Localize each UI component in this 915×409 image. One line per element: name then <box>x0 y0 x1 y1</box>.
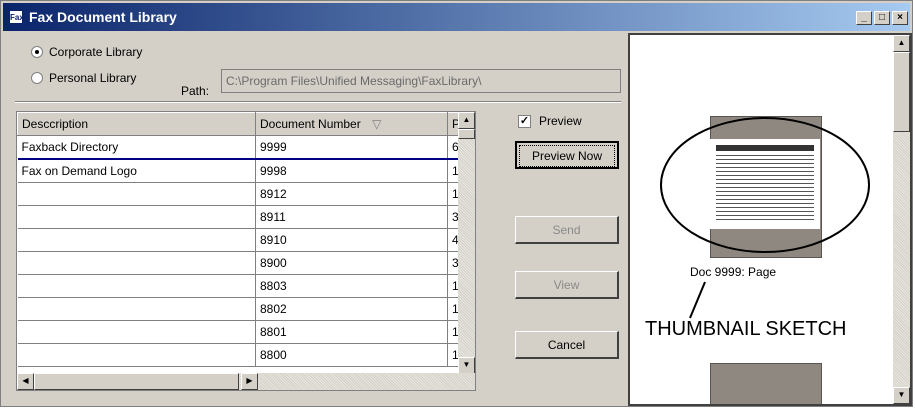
scroll-down-icon[interactable]: ▼ <box>458 357 475 374</box>
scroll-right-icon[interactable]: ▶ <box>241 373 258 390</box>
fax-document-library-window: Fax Fax Document Library _ □ × Corporate… <box>0 0 913 407</box>
table-row[interactable]: 8800 1 <box>17 343 475 367</box>
preview-vertical-scrollbar[interactable]: ▲ ▼ <box>893 35 910 404</box>
cell-document-number: 8911 <box>255 205 448 229</box>
cell-document-number: 8803 <box>255 274 448 298</box>
cell-description <box>17 182 256 206</box>
hscroll-thumb[interactable] <box>34 373 239 390</box>
table-vertical-scrollbar[interactable]: ▲ ▼ <box>458 112 475 374</box>
path-label: Path: <box>181 84 210 98</box>
checkmark-icon[interactable]: ✓ <box>518 114 531 128</box>
scroll-thumb[interactable] <box>893 52 910 132</box>
scroll-up-icon[interactable]: ▲ <box>458 112 475 129</box>
cell-document-number: 8801 <box>255 320 448 344</box>
cell-document-number: 8900 <box>255 251 448 275</box>
cell-description: Faxback Directory <box>17 135 256 160</box>
corporate-library-label: Corporate Library <box>49 45 143 59</box>
cell-description <box>17 205 256 229</box>
cell-description <box>17 320 256 344</box>
scroll-up-icon[interactable]: ▲ <box>893 35 910 52</box>
preview-now-label: Preview Now <box>519 145 615 167</box>
thumbnail-sketch-annotation: THUMBNAIL SKETCH <box>645 318 847 340</box>
thumbnail-annotation-circle <box>660 117 870 319</box>
cell-document-number: 9998 <box>255 159 448 183</box>
table-row[interactable]: 8803 1 <box>17 274 475 298</box>
table-row[interactable]: Faxback Directory 9999 6 <box>17 135 475 160</box>
column-header-description[interactable]: Desccription <box>17 112 256 136</box>
close-button[interactable]: × <box>892 11 908 25</box>
scroll-thumb[interactable] <box>458 129 475 139</box>
table-row[interactable]: Fax on Demand Logo 9998 1 <box>17 159 475 183</box>
view-button[interactable]: View <box>515 271 619 299</box>
title-bar[interactable]: Fax Fax Document Library _ □ × <box>3 3 910 31</box>
preview-now-button[interactable]: Preview Now <box>515 141 619 169</box>
preview-caption: Doc 9999: Page <box>690 265 777 279</box>
table-row[interactable]: 8801 1 <box>17 320 475 344</box>
preview-label: Preview <box>539 114 582 128</box>
cell-document-number: 8800 <box>255 343 448 367</box>
cell-description <box>17 297 256 321</box>
separator <box>15 101 621 103</box>
path-field[interactable] <box>221 69 621 93</box>
table-row[interactable]: 891131 <box>17 205 475 229</box>
table-row[interactable]: 8802 1 <box>17 297 475 321</box>
cell-description <box>17 343 256 367</box>
next-page-thumbnail[interactable] <box>710 363 822 404</box>
table-horizontal-scrollbar[interactable]: ◀ ▶ <box>17 373 475 390</box>
radio-selected-icon[interactable] <box>31 46 43 58</box>
minimize-button[interactable]: _ <box>856 11 872 25</box>
table-row[interactable]: 890033 <box>17 251 475 275</box>
radio-unselected-icon[interactable] <box>31 72 43 84</box>
maximize-button[interactable]: □ <box>874 11 890 25</box>
document-table[interactable]: Desccription Document Number ▽ Pages Fax… <box>16 111 476 391</box>
column-header-document-number[interactable]: Document Number ▽ <box>255 112 448 136</box>
scroll-down-icon[interactable]: ▼ <box>893 387 910 404</box>
column-label: Document Number <box>260 117 361 131</box>
corporate-library-radio[interactable]: Corporate Library <box>31 45 142 59</box>
column-label: Desccription <box>22 117 89 131</box>
cell-description <box>17 228 256 252</box>
cell-description <box>17 274 256 298</box>
cancel-button[interactable]: Cancel <box>515 331 619 359</box>
preview-pane: Doc 9999: Page THUMBNAIL SKETCH ▲ ▼ <box>628 33 912 406</box>
personal-library-radio[interactable]: Personal Library <box>31 71 136 85</box>
cell-document-number: 8802 <box>255 297 448 321</box>
cell-document-number: 8910 <box>255 228 448 252</box>
table-row[interactable]: 891216 <box>17 182 475 206</box>
preview-checkbox[interactable]: ✓ Preview <box>518 114 582 128</box>
window-title: Fax Document Library <box>29 9 177 25</box>
sort-down-icon: ▽ <box>372 117 382 131</box>
cell-description: Fax on Demand Logo <box>17 159 256 183</box>
send-button[interactable]: Send <box>515 216 619 244</box>
scroll-left-icon[interactable]: ◀ <box>17 373 34 390</box>
cell-description <box>17 251 256 275</box>
table-header-row: Desccription Document Number ▽ Pages <box>17 112 475 136</box>
cell-document-number: 8912 <box>255 182 448 206</box>
cell-document-number: 9999 <box>255 135 448 160</box>
personal-library-label: Personal Library <box>49 71 137 85</box>
fax-app-icon: Fax <box>9 10 24 24</box>
table-row[interactable]: 891047 <box>17 228 475 252</box>
